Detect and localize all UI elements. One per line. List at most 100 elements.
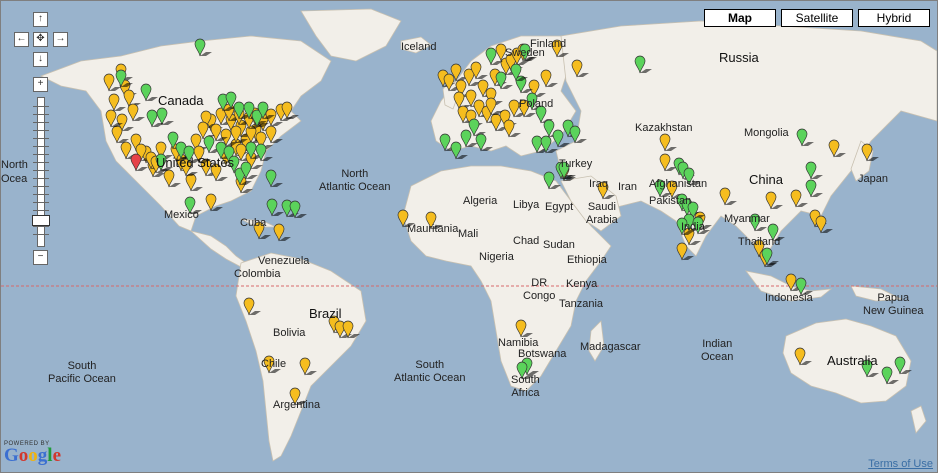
label-iceland: Iceland xyxy=(401,41,437,53)
orange-marker-icon[interactable] xyxy=(659,133,677,152)
label-nigeria: Nigeria xyxy=(479,251,514,263)
label-india: India xyxy=(681,221,705,233)
label-north-edge: North xyxy=(1,159,28,171)
label-pakistan: Pakistan xyxy=(649,195,692,207)
map-type-map-button[interactable]: Map xyxy=(704,9,776,27)
label-mongolia: Mongolia xyxy=(744,127,789,139)
pan-down-icon[interactable]: ↓ xyxy=(33,52,48,67)
green-marker-icon[interactable] xyxy=(156,107,174,126)
zoom-out-icon[interactable]: − xyxy=(33,250,48,265)
pan-center-icon[interactable]: ✥ xyxy=(33,32,48,47)
label-argentina: Argentina xyxy=(273,399,321,411)
green-marker-icon[interactable] xyxy=(569,125,587,144)
label-south-pacific: South Pacific Ocean xyxy=(48,360,116,385)
green-marker-icon[interactable] xyxy=(894,356,912,375)
orange-marker-icon[interactable] xyxy=(861,143,879,162)
green-marker-icon[interactable] xyxy=(881,366,899,385)
label-ethiopia: Ethiopia xyxy=(567,254,607,266)
orange-marker-icon[interactable] xyxy=(205,193,223,212)
label-russia: Russia xyxy=(719,50,759,65)
label-south-atlantic: South Atlantic Ocean xyxy=(394,359,466,384)
label-bolivia: Bolivia xyxy=(273,327,306,339)
label-thailand: Thailand xyxy=(738,236,781,248)
green-marker-icon[interactable] xyxy=(140,83,158,102)
green-marker-icon[interactable] xyxy=(805,179,823,198)
orange-marker-icon[interactable] xyxy=(571,59,589,78)
green-marker-icon[interactable] xyxy=(543,171,561,190)
label-poland: Poland xyxy=(519,98,554,110)
orange-marker-icon[interactable] xyxy=(676,242,694,261)
orange-marker-icon[interactable] xyxy=(794,347,812,366)
green-marker-icon[interactable] xyxy=(796,128,814,147)
label-tanzania: Tanzania xyxy=(559,298,604,310)
label-mauritania: Mauritania xyxy=(407,223,459,235)
pan-right-icon[interactable]: → xyxy=(53,32,68,47)
label-sweden: Sweden xyxy=(505,47,545,59)
orange-marker-icon[interactable] xyxy=(503,119,521,138)
label-botswana: Botswana xyxy=(518,348,567,360)
pan-left-icon[interactable]: ← xyxy=(14,32,29,47)
zoom-in-icon[interactable]: + xyxy=(33,77,48,92)
map-type-satellite-button[interactable]: Satellite xyxy=(781,9,853,27)
orange-marker-icon[interactable] xyxy=(185,173,203,192)
label-iraq: Iraq xyxy=(589,178,608,190)
label-myanmar: Myanmar xyxy=(724,213,770,225)
world-map[interactable]: Iceland Finland Sweden Russia Canada Uni… xyxy=(0,0,938,473)
orange-marker-icon[interactable] xyxy=(719,187,737,206)
label-mexico: Mexico xyxy=(164,209,199,221)
label-chad: Chad xyxy=(513,235,540,247)
orange-marker-icon[interactable] xyxy=(828,139,846,158)
green-marker-icon[interactable] xyxy=(805,161,823,180)
green-marker-icon[interactable] xyxy=(634,55,652,74)
orange-marker-icon[interactable] xyxy=(281,101,299,120)
label-afghanistan: Afghanistan xyxy=(649,178,708,190)
orange-marker-icon[interactable] xyxy=(540,69,558,88)
label-chile: Chile xyxy=(261,358,287,370)
label-indonesia: Indonesia xyxy=(765,292,813,304)
orange-marker-icon[interactable] xyxy=(163,169,181,188)
green-marker-icon[interactable] xyxy=(475,133,493,152)
label-canada: Canada xyxy=(158,93,204,108)
map-type-hybrid-button[interactable]: Hybrid xyxy=(858,9,930,27)
label-madagascar: Madagascar xyxy=(580,341,641,353)
label-cuba: Cuba xyxy=(240,217,267,229)
label-sudan: Sudan xyxy=(543,239,575,251)
terms-of-use-link[interactable]: Terms of Use xyxy=(868,458,933,470)
orange-marker-icon[interactable] xyxy=(273,223,291,242)
orange-marker-icon[interactable] xyxy=(815,215,833,234)
green-marker-icon[interactable] xyxy=(265,169,283,188)
label-kenya: Kenya xyxy=(566,278,598,290)
label-south-africa: South Africa xyxy=(511,374,540,399)
label-united-states: United States xyxy=(156,155,235,170)
green-marker-icon[interactable] xyxy=(194,38,212,57)
google-wordmark: Google xyxy=(4,445,61,466)
label-iran: Iran xyxy=(618,181,637,193)
orange-marker-icon[interactable] xyxy=(127,103,145,122)
orange-marker-icon[interactable] xyxy=(790,189,808,208)
green-marker-icon[interactable] xyxy=(266,198,284,217)
orange-marker-icon[interactable] xyxy=(108,93,126,112)
zoom-slider-handle[interactable] xyxy=(32,215,50,226)
orange-marker-icon[interactable] xyxy=(243,297,261,316)
orange-marker-icon[interactable] xyxy=(515,319,533,338)
google-logo: POWERED BY Google xyxy=(4,441,61,465)
orange-marker-icon[interactable] xyxy=(299,357,317,376)
orange-marker-icon[interactable] xyxy=(265,125,283,144)
label-brazil: Brazil xyxy=(309,306,342,321)
label-japan: Japan xyxy=(858,173,888,185)
label-ocean-edge: Ocea xyxy=(1,173,28,185)
label-saudi-arabia: Saudi Arabia xyxy=(586,201,618,226)
label-colombia: Colombia xyxy=(234,268,281,280)
label-egypt: Egypt xyxy=(545,201,574,213)
label-papua-new-guinea: Papua New Guinea xyxy=(863,292,924,317)
orange-marker-icon[interactable] xyxy=(765,191,783,210)
label-libya: Libya xyxy=(513,199,540,211)
label-venezuela: Venezuela xyxy=(258,255,310,267)
pan-up-icon[interactable]: ↑ xyxy=(33,12,48,27)
label-australia: Australia xyxy=(827,353,878,368)
green-marker-icon[interactable] xyxy=(468,118,486,137)
label-algeria: Algeria xyxy=(463,195,498,207)
label-north-atlantic: North Atlantic Ocean xyxy=(319,168,391,193)
label-dr-congo: DR Congo xyxy=(523,277,556,302)
label-indian-ocean: Indian Ocean xyxy=(701,338,734,363)
